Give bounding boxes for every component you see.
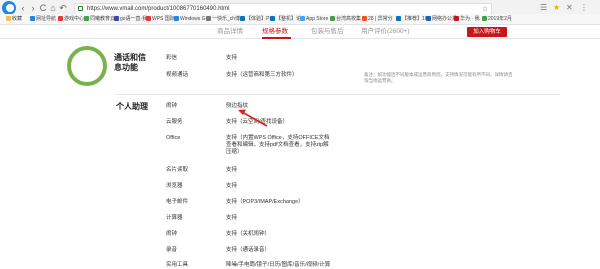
spec-value-alarm: 支持（关机闹钟） xyxy=(226,231,271,237)
more-icon[interactable]: ⋮ xyxy=(580,3,588,13)
spec-value-calculator: 支持 xyxy=(226,215,238,221)
spec-label-video-call: 视频通话 xyxy=(166,72,189,78)
bookmark-icon xyxy=(146,16,151,21)
home-icon[interactable]: ⌂ xyxy=(48,2,58,14)
bookmark-item[interactable]: 2019年2月 xyxy=(482,15,512,23)
bookmark-label: 一快乐_ch博 xyxy=(212,16,241,22)
bookmark-label: App Store xyxy=(306,16,329,22)
bookmark-label: 2019年2月 xyxy=(488,16,512,22)
bookmark-icon xyxy=(58,16,63,21)
bookmark-label: 游戏中心 xyxy=(64,16,85,22)
spec-value-email: 支持（POP3/IMAP/Exchange） xyxy=(226,199,304,205)
spec-value-fingerprint: 侧边指纹 xyxy=(226,103,249,109)
bookmark-item[interactable]: 台湾高校集 xyxy=(330,15,361,23)
bookmark-icon xyxy=(396,16,401,21)
bookmark-icon xyxy=(84,16,89,21)
tab-details[interactable]: 商品详情 xyxy=(217,27,243,36)
bookmark-item[interactable]: 【体验】PS xyxy=(240,15,273,23)
bookmark-label: 华为 · 我 xyxy=(460,16,480,22)
bookmark-icon xyxy=(482,16,487,21)
bookmark-label: 28 | 异常分 xyxy=(368,16,393,22)
spec-value-recording: 支持（通话录音） xyxy=(226,247,271,253)
back-icon[interactable]: ‹ xyxy=(18,2,28,14)
spec-value-browser: 支持 xyxy=(226,183,238,189)
bookmark-label: WPS 国际 xyxy=(152,16,175,22)
refresh-icon[interactable]: C xyxy=(38,2,48,14)
spec-label-alarm: 闹钟 xyxy=(166,231,178,237)
browser-logo-icon xyxy=(2,1,16,15)
spec-label-card-reader: 名片读取 xyxy=(166,167,189,173)
favorite-icon[interactable]: ★ xyxy=(553,3,560,13)
annotation-arrow xyxy=(238,109,268,127)
bookmark-label: go语一直-我 xyxy=(120,16,148,22)
close-icon[interactable]: ✕ xyxy=(566,3,573,13)
bookmark-item[interactable]: 华为 · 我 xyxy=(454,15,479,23)
section-ring-icon xyxy=(67,46,107,86)
annotation-arrow-head-icon xyxy=(238,109,246,115)
section-title-assistant: 个人助理 xyxy=(116,102,148,111)
bookmark-label: Windows G xyxy=(180,16,206,22)
bookmark-label: 【体验】PS xyxy=(246,16,273,22)
undo-icon[interactable]: ↶ xyxy=(58,2,68,14)
bookmark-icon xyxy=(30,16,35,21)
bookmark-label: 网址导航 xyxy=(36,16,57,22)
menu-icon[interactable]: ☰ xyxy=(540,3,547,13)
bookmark-label: 【整机】论 xyxy=(276,16,302,22)
bookmark-icon xyxy=(6,16,11,21)
spec-label-calculator: 计算器 xyxy=(166,215,183,221)
bookmark-item[interactable]: 收藏 xyxy=(6,15,22,23)
spec-tab-bar: 商品详情 规格参数 包装与售后 用户评价(2600+) xyxy=(0,25,600,39)
spec-value-card-reader: 支持 xyxy=(226,167,238,173)
bookmark-item[interactable]: WPS 国际 xyxy=(146,15,175,23)
spec-label-office: Office xyxy=(166,135,181,141)
browser-chrome: ‹ › C ⌂ ↶ https://www.vmall.com/product/… xyxy=(0,0,600,25)
spec-label-cloud: 云服务 xyxy=(166,119,183,125)
tab-reviews[interactable]: 用户评价(2600+) xyxy=(361,27,410,36)
bookmark-item[interactable]: 【整机】论 xyxy=(270,15,301,23)
spec-label-fingerprint: 闹钟 xyxy=(166,103,178,109)
bookmarks-bar: 收藏 网址导航 游戏中心 同曦教育云 go语一直-我 WPS 国际 Windows G 一快乐… xyxy=(0,14,600,25)
spec-label-browser: 浏览器 xyxy=(166,183,183,189)
bookmark-item[interactable]: 同曦教育云 xyxy=(84,15,115,23)
bookmark-icon xyxy=(174,16,179,21)
active-tab-underline xyxy=(262,37,291,39)
forward-icon[interactable]: › xyxy=(28,2,38,14)
bookmark-item[interactable]: App Store xyxy=(300,15,328,23)
spec-label-email: 电子邮件 xyxy=(166,199,189,205)
bookmark-icon xyxy=(240,16,245,21)
section-title-communication: 通话和信息功能 xyxy=(114,53,146,72)
bookmark-label: 同曦教育云 xyxy=(90,16,116,22)
tab-specs[interactable]: 规格参数 xyxy=(262,27,288,36)
bookmark-item[interactable]: 网络办公系 xyxy=(426,15,457,23)
bookmark-icon xyxy=(300,16,305,21)
bookmark-item[interactable]: 一快乐_ch博 xyxy=(206,15,240,23)
bookmark-icon xyxy=(270,16,275,21)
spec-label-mms: 彩信 xyxy=(166,55,178,61)
bookmark-icon xyxy=(206,16,211,21)
url-text: https://www.vmall.com/product/1008677016… xyxy=(87,6,230,12)
lock-icon xyxy=(78,6,83,11)
tab-packaging[interactable]: 包装与售后 xyxy=(311,27,344,36)
add-to-cart-button[interactable]: 加入购物车 xyxy=(467,27,507,37)
bookmark-item[interactable]: 28 | 异常分 xyxy=(362,15,393,23)
spec-value-video-call: 支持（运营商和第三方软件） xyxy=(226,72,298,78)
section-divider xyxy=(114,94,560,95)
bookmark-icon xyxy=(426,16,431,21)
bookmark-item[interactable]: 游戏中心 xyxy=(58,15,84,23)
bookmark-icon xyxy=(362,16,367,21)
bookmark-item[interactable]: Windows G xyxy=(174,15,206,23)
bookmark-label: 台湾高校集 xyxy=(336,16,362,22)
bookmark-label: 收藏 xyxy=(12,16,23,22)
spec-value-mms: 支持 xyxy=(226,55,238,61)
spec-value-office: 支持（内置WPS Office，支持OFFICE文档查看和编辑，支持pdf文档查… xyxy=(226,135,330,155)
spec-note: 备注：如功能因不同版本或运营商原因，支持情况可能有所不同，详情请咨询当地运营商。 xyxy=(364,72,513,83)
spec-label-recording: 录音 xyxy=(166,247,178,253)
bookmark-icon xyxy=(454,16,459,21)
bookmark-icon xyxy=(114,16,119,21)
spec-value-cloud: 支持（云空间/查找设备） xyxy=(226,119,289,125)
bookmark-item[interactable]: go语一直-我 xyxy=(114,15,147,23)
bookmark-icon xyxy=(330,16,335,21)
bookmark-item[interactable]: 网址导航 xyxy=(30,15,56,23)
